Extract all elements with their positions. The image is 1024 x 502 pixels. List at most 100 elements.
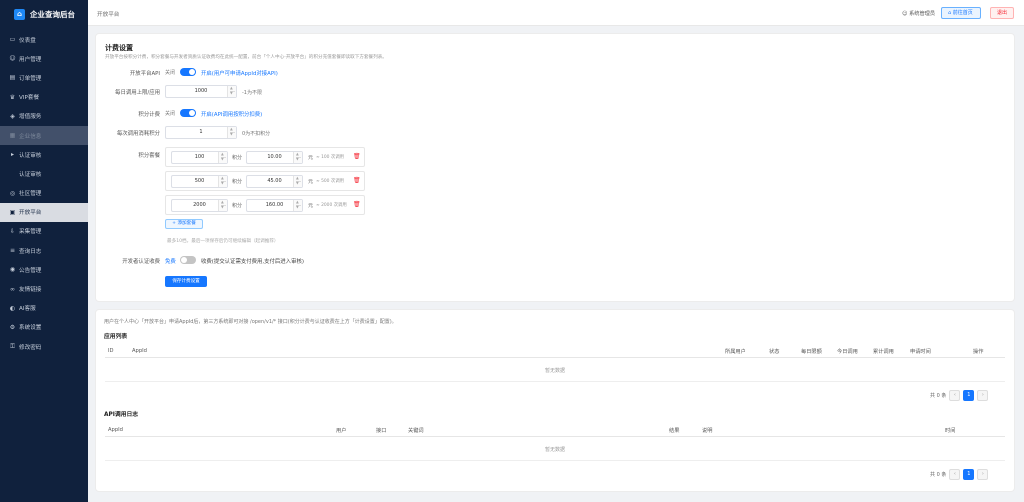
package-hint: 最多10档，最后一项保存后仍可继续编辑（起调推荐） (167, 239, 279, 244)
points-toggle[interactable] (180, 109, 196, 117)
package-calls: ≈ 2000 次调用 (316, 203, 347, 208)
api-label: 开放平台API (129, 71, 160, 77)
package-points-input[interactable]: 2000 ▲ ▼ (171, 199, 228, 212)
stepper-icon[interactable]: ▲ ▼ (293, 200, 302, 211)
col-header: ID (108, 348, 114, 354)
package-price-input[interactable]: 45.00 ▲ ▼ (246, 175, 303, 188)
stepper-icon[interactable]: ▲ ▼ (293, 176, 302, 187)
sidebar-item-label: 修改密码 (19, 344, 42, 351)
sidebar-item-company[interactable]: ▦ 企业信息 (0, 125, 88, 146)
apps-empty: 暂无数据 (105, 360, 1005, 382)
package-price: 45.00 (267, 178, 282, 184)
sidebar-item-label: 用户管理 (19, 56, 42, 63)
sidebar: ⌂ 企业查询后台 ▭ 仪表盘 ☺ 用户管理 ▤ 订单管理 ♛ VIP套餐 ◈ 增值服务 ▦… (0, 0, 88, 502)
package-points: 2000 (193, 202, 206, 208)
logs-title: API调用日志 (104, 412, 139, 418)
dashboard-icon: ▭ (9, 36, 16, 44)
package-price: 160.00 (265, 202, 284, 208)
stepper-icon[interactable]: ▲ ▼ (218, 200, 227, 211)
save-billing-button[interactable]: 保存计费设置 (165, 276, 207, 287)
sidebar-item-label: 公告管理 (19, 267, 42, 274)
billing-desc: 开放平台按积分计费，积分套餐与开发者资质认证收费均在此统一配置，前台「个人中心-… (105, 55, 387, 60)
package-price-input[interactable]: 160.00 ▲ ▼ (246, 199, 303, 212)
prev-page-icon[interactable]: ‹ (949, 469, 961, 480)
package-points: 500 (194, 178, 205, 184)
sidebar-item-audit[interactable]: ▸ 认证审核 (0, 145, 88, 164)
cert-paid-text: 收费(提交认证需支付费用,支付后进入审核) (201, 259, 304, 265)
daily-label: 每日调用上限/应用 (115, 90, 160, 96)
admin-user: ☺ 系统管理员 (902, 10, 935, 17)
col-header: 操作 (973, 349, 984, 355)
stepper-icon[interactable]: ▲ ▼ (227, 127, 236, 138)
page-button[interactable]: 1 (963, 469, 975, 480)
api-off-text: 关闭 (165, 70, 176, 76)
stepper-icon[interactable]: ▲ ▼ (218, 176, 227, 187)
log-icon: ≡ (9, 247, 16, 255)
cost-label: 每次调用消耗积分 (116, 131, 160, 137)
home-icon: ⌂ (948, 10, 952, 16)
logout-button[interactable]: 退出 (990, 7, 1014, 19)
sidebar-item-label: 增值服务 (19, 114, 42, 121)
sidebar-item-community[interactable]: ◎ 社区管理 (0, 184, 88, 203)
logs-pagination: 共 0 条 ‹ 1 › (930, 469, 989, 480)
notice-icon: ◉ (9, 266, 16, 274)
sidebar-item-logs[interactable]: ≡ 查询日志 (0, 241, 88, 260)
sidebar-item-settings[interactable]: ⚙ 系统设置 (0, 318, 88, 337)
topbar: 开放平台 ☺ 系统管理员 ⌂ 前往首页 退出 (88, 0, 1024, 26)
sidebar-item-label: 查询日志 (19, 248, 42, 255)
apps-table-header: ID AppId 所属用户 状态 每日限额 今日调用 累计调用 申请时间 操作 (105, 345, 1005, 358)
delete-icon[interactable]: 🗑 (353, 153, 361, 160)
sidebar-item-vip[interactable]: ♛ VIP套餐 (0, 88, 88, 107)
stepper-icon[interactable]: ▲ ▼ (218, 152, 227, 163)
delete-icon[interactable]: 🗑 (353, 201, 361, 208)
col-header: 申请时间 (910, 349, 931, 355)
package-calls: ≈ 500 次调用 (316, 179, 345, 184)
daily-limit-input[interactable]: 1000 ▲ ▼ (165, 85, 237, 98)
sidebar-subitem-audit[interactable]: 认证审核 (0, 164, 88, 183)
package-row: 2000 ▲ ▼ 积分 160.00 ▲ ▼ 元 ≈ 2000 次调用 🗑 (165, 195, 365, 215)
apps-intro: 用户在个人中心「开放平台」申请AppId后，第三方系统即可对接 /open/v1… (104, 319, 397, 325)
prev-page-icon[interactable]: ‹ (949, 390, 961, 401)
sidebar-item-ai[interactable]: ◐ AI客服 (0, 299, 88, 318)
sidebar-item-notices[interactable]: ◉ 公告管理 (0, 260, 88, 279)
sidebar-item-dashboard[interactable]: ▭ 仪表盘 (0, 30, 88, 49)
pkg-label: 积分套餐 (138, 153, 160, 159)
cost-hint: 0为不扣积分 (242, 131, 271, 137)
api-toggle[interactable] (180, 68, 196, 76)
apps-card (95, 309, 1015, 492)
package-price-input[interactable]: 10.00 ▲ ▼ (246, 151, 303, 164)
sidebar-item-services[interactable]: ◈ 增值服务 (0, 107, 88, 126)
order-icon: ▤ (9, 74, 16, 82)
logs-table-header: AppId 用户 接口 关键词 结果 说明 时间 (105, 424, 1005, 437)
link-icon: ∞ (10, 285, 15, 293)
sidebar-item-platform[interactable]: ▣ 开放平台 (0, 202, 88, 222)
add-package-button[interactable]: + 添加套餐 (165, 219, 203, 229)
apps-total: 共 0 条 (930, 393, 947, 399)
home-button[interactable]: ⌂ 前往首页 (941, 7, 981, 19)
daily-limit-value: 1000 (194, 88, 208, 94)
package-points-input[interactable]: 100 ▲ ▼ (171, 151, 228, 164)
package-points-input[interactable]: 500 ▲ ▼ (171, 175, 228, 188)
page-button[interactable]: 1 (963, 390, 975, 401)
next-page-icon[interactable]: › (977, 390, 989, 401)
sidebar-item-links[interactable]: ∞ 友情链接 (0, 279, 88, 298)
sidebar-item-users[interactable]: ☺ 用户管理 (0, 49, 88, 68)
cert-toggle[interactable] (180, 256, 196, 264)
cost-input[interactable]: 1 ▲ ▼ (165, 126, 237, 139)
brand-title: 企业查询后台 (30, 9, 75, 19)
col-header: 每日限额 (801, 349, 822, 355)
sidebar-item-collect[interactable]: ⇩ 采集管理 (0, 222, 88, 241)
sidebar-item-orders[interactable]: ▤ 订单管理 (0, 68, 88, 87)
delete-icon[interactable]: 🗑 (353, 177, 361, 184)
stepper-icon[interactable]: ▲ ▼ (227, 86, 236, 97)
sidebar-item-password[interactable]: ⚿ 修改密码 (0, 337, 88, 356)
next-page-icon[interactable]: › (977, 469, 989, 480)
package-price-unit: 元 (308, 179, 314, 185)
stepper-icon[interactable]: ▲ ▼ (293, 152, 302, 163)
col-header: 所属用户 (725, 349, 746, 355)
package-price: 10.00 (267, 154, 282, 160)
home-button-label: 前往首页 (952, 10, 973, 16)
col-header: 接口 (376, 428, 387, 434)
ai-icon: ◐ (9, 304, 16, 312)
api-on-text: 开启(用户可申请AppId对接API) (201, 71, 278, 77)
